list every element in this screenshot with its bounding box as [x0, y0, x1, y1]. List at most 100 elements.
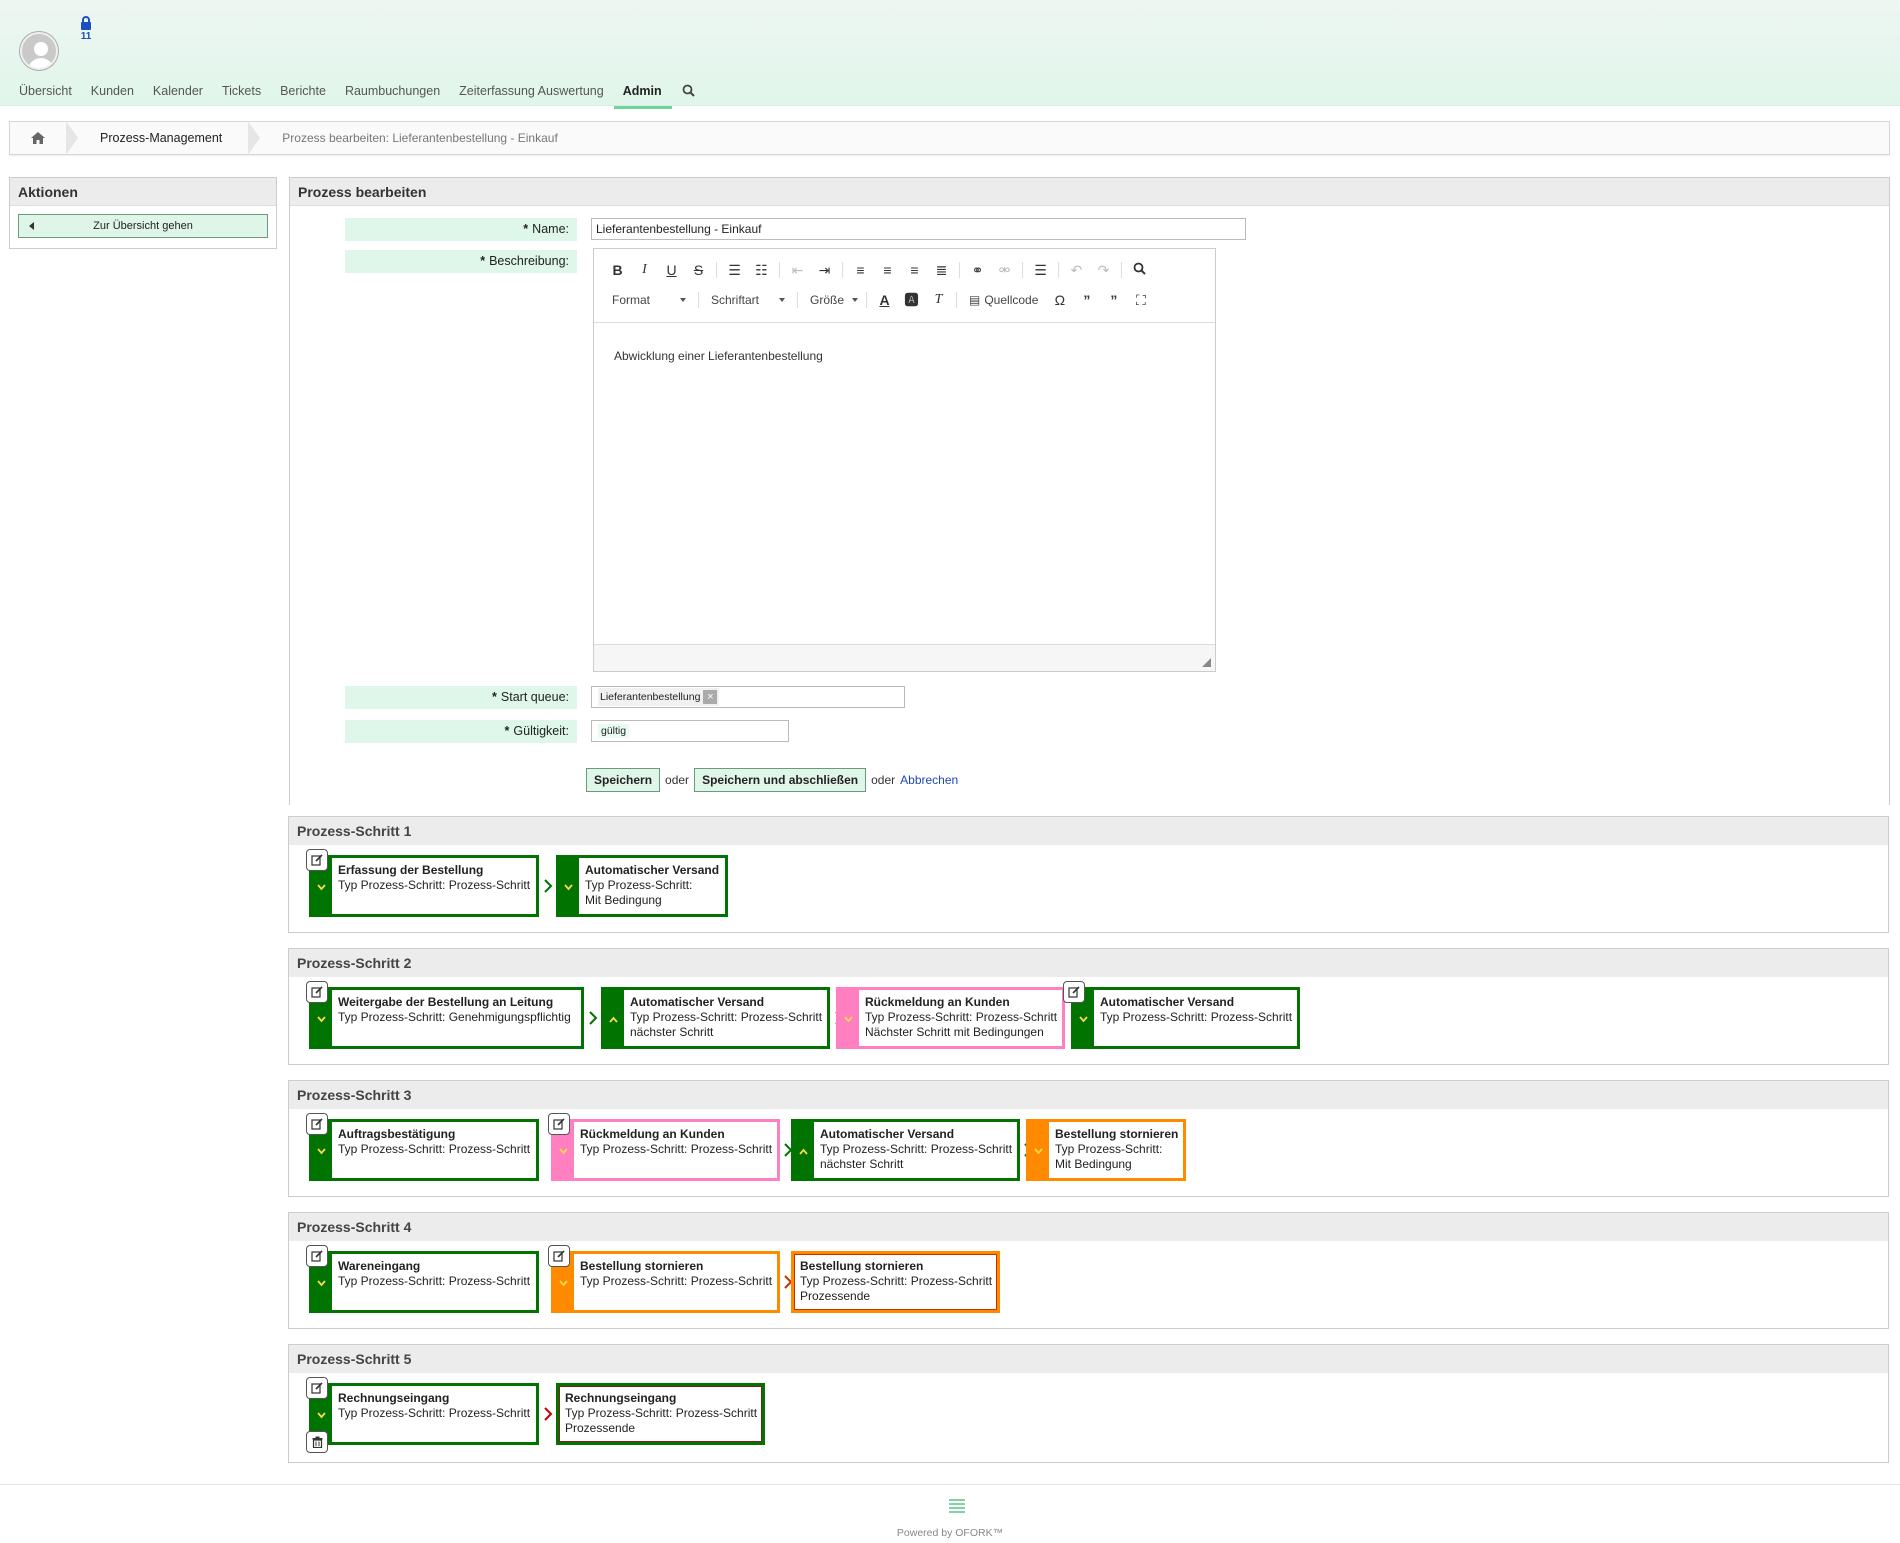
nav-kalender[interactable]: Kalender — [144, 80, 213, 109]
italic-icon[interactable]: I — [631, 262, 658, 278]
step-card[interactable]: Bestellung stornieren Typ Prozess-Schrit… — [551, 1251, 780, 1313]
background-color-icon[interactable]: 🅰 — [898, 290, 925, 310]
toolbar-separator — [866, 292, 867, 308]
outdent-icon[interactable]: ⇤ — [784, 262, 811, 279]
name-input[interactable] — [591, 218, 1246, 240]
step-card[interactable]: Erfassung der Bestellung Typ Prozess-Sch… — [309, 855, 539, 917]
nav-tickets[interactable]: Tickets — [213, 80, 271, 109]
align-left-icon[interactable]: ≡ — [847, 262, 874, 278]
nav-uebersicht[interactable]: Übersicht — [10, 80, 82, 109]
step-card[interactable]: Rechnungseingang Typ Prozess-Schritt: Pr… — [556, 1383, 765, 1445]
redo-icon[interactable]: ↷ — [1090, 262, 1117, 279]
edit-icon[interactable] — [548, 1113, 570, 1135]
source-button[interactable]: ▤ Quellcode — [961, 293, 1046, 307]
unlink-icon[interactable]: ⚮ — [991, 262, 1018, 279]
special-char-icon[interactable]: Ω — [1046, 292, 1073, 308]
bullet-list-icon[interactable]: ☷ — [748, 262, 775, 279]
locked-tickets[interactable]: 11 — [76, 16, 96, 42]
user-avatar[interactable] — [20, 32, 58, 70]
nav-search[interactable] — [672, 80, 705, 109]
step-card[interactable]: Automatischer Versand Typ Prozess-Schrit… — [601, 987, 830, 1049]
edit-icon[interactable] — [548, 1245, 570, 1267]
breadcrumb-home[interactable] — [10, 122, 66, 154]
save-close-button[interactable]: Speichern und abschließen — [694, 768, 867, 792]
edit-icon[interactable] — [306, 981, 328, 1003]
editor-content[interactable]: Abwicklung einer Lieferantenbestellung — [594, 323, 1215, 389]
indent-icon[interactable]: ⇥ — [811, 262, 838, 279]
edit-icon[interactable] — [306, 1245, 328, 1267]
align-right-icon[interactable]: ≡ — [901, 262, 928, 278]
nav-admin[interactable]: Admin — [613, 80, 672, 109]
step-card[interactable]: Wareneingang Typ Prozess-Schritt: Prozes… — [309, 1251, 539, 1313]
text-color-icon[interactable]: A — [871, 292, 898, 308]
align-center-icon[interactable]: ≡ — [874, 262, 901, 278]
trash-icon[interactable] — [306, 1431, 328, 1453]
chevron-down-icon — [559, 1148, 568, 1155]
cancel-link[interactable]: Abbrechen — [900, 773, 958, 787]
nav-kunden[interactable]: Kunden — [82, 80, 144, 109]
process-step-5: Prozess-Schritt 5 Rechnungseingang Typ P… — [288, 1344, 1889, 1463]
step-card[interactable]: Rechnungseingang Typ Prozess-Schritt: Pr… — [309, 1383, 539, 1445]
toolbar-separator — [842, 262, 843, 278]
step-card[interactable]: Weitergabe der Bestellung an Leitung Typ… — [309, 987, 584, 1049]
step-card[interactable]: Automatischer Versand Typ Prozess-Schrit… — [791, 1119, 1020, 1181]
undo-icon[interactable]: ↶ — [1063, 262, 1090, 279]
main-nav: Übersicht Kunden Kalender Tickets Berich… — [10, 80, 705, 109]
remove-format-icon[interactable]: T — [925, 292, 952, 308]
toolbar-separator — [1058, 262, 1059, 278]
validity-row: * Gültigkeit: gültig — [345, 720, 789, 743]
nav-berichte[interactable]: Berichte — [271, 80, 336, 109]
back-to-overview-label: Zur Übersicht gehen — [93, 220, 193, 232]
format-dropdown[interactable]: Format — [604, 293, 694, 307]
bold-icon[interactable]: B — [604, 262, 631, 278]
queue-label: * Start queue: — [345, 686, 577, 709]
underline-icon[interactable]: U — [658, 262, 685, 278]
font-dropdown[interactable]: Schriftart — [703, 293, 793, 307]
chevron-down-icon — [317, 884, 326, 891]
chevron-down-icon — [317, 1148, 326, 1155]
step-card[interactable]: Rückmeldung an Kunden Typ Prozess-Schrit… — [836, 987, 1065, 1049]
nav-zeiterfassung[interactable]: Zeiterfassung Auswertung — [450, 80, 614, 109]
numbered-list-icon[interactable]: ☰ — [721, 262, 748, 279]
actions-box: Aktionen Zur Übersicht gehen — [9, 177, 277, 249]
horizontal-line-icon[interactable]: ☰ — [1027, 262, 1054, 279]
validity-select[interactable]: gültig — [591, 720, 789, 742]
arrow-right-icon — [589, 1011, 598, 1025]
size-dropdown[interactable]: Größe — [802, 293, 862, 307]
remove-tag-icon[interactable]: × — [703, 690, 718, 704]
chevron-down-icon — [559, 1280, 568, 1287]
toolbar-separator — [1022, 262, 1023, 278]
step-card[interactable]: Automatischer Versand Typ Prozess-Schrit… — [1071, 987, 1300, 1049]
step-card[interactable]: Bestellung stornieren Typ Prozess-Schrit… — [791, 1251, 1000, 1313]
step-card[interactable]: Rückmeldung an Kunden Typ Prozess-Schrit… — [551, 1119, 780, 1181]
breadcrumb-prozess-management[interactable]: Prozess-Management — [78, 122, 248, 154]
edit-icon[interactable] — [306, 1113, 328, 1135]
save-button[interactable]: Speichern — [586, 768, 661, 792]
link-icon[interactable]: ⚭ — [964, 262, 991, 279]
search-icon — [682, 84, 695, 97]
edit-process-title: Prozess bearbeiten — [290, 178, 1889, 206]
edit-icon[interactable] — [306, 849, 328, 871]
find-icon[interactable] — [1126, 262, 1153, 278]
citation-icon[interactable]: ” — [1100, 292, 1127, 308]
step-title: Prozess-Schritt 1 — [289, 817, 1888, 845]
queue-select[interactable]: Lieferantenbestellung × — [591, 686, 905, 708]
blockquote-icon[interactable]: ” — [1073, 292, 1100, 308]
back-to-overview-button[interactable]: Zur Übersicht gehen — [18, 214, 268, 238]
toolbar-separator — [698, 292, 699, 308]
toolbar-separator — [956, 292, 957, 308]
edit-icon[interactable] — [1063, 981, 1085, 1003]
step-card[interactable]: Bestellung stornieren Typ Prozess-Schrit… — [1026, 1119, 1186, 1181]
powered-by-text: Powered by OFORK™ — [896, 1527, 1004, 1539]
nav-raumbuchungen[interactable]: Raumbuchungen — [336, 80, 450, 109]
description-editor[interactable]: B I U S ☰ ☷ ⇤ ⇥ ≡ ≡ ≡ ≣ ⚭ ⚮ ☰ ↶ ↷ Format… — [593, 248, 1216, 672]
maximize-icon[interactable]: ⛶ — [1127, 292, 1154, 309]
align-justify-icon[interactable]: ≣ — [928, 262, 955, 279]
strikethrough-icon[interactable]: S — [685, 262, 712, 278]
name-label: * Name: — [345, 218, 577, 241]
step-card[interactable]: Automatischer Versand Typ Prozess-Schrit… — [556, 855, 728, 917]
name-row: * Name: — [345, 218, 1246, 241]
step-card[interactable]: Auftragsbestätigung Typ Prozess-Schritt:… — [309, 1119, 539, 1181]
edit-icon[interactable] — [306, 1377, 328, 1399]
resize-grip-icon[interactable] — [1202, 658, 1211, 667]
